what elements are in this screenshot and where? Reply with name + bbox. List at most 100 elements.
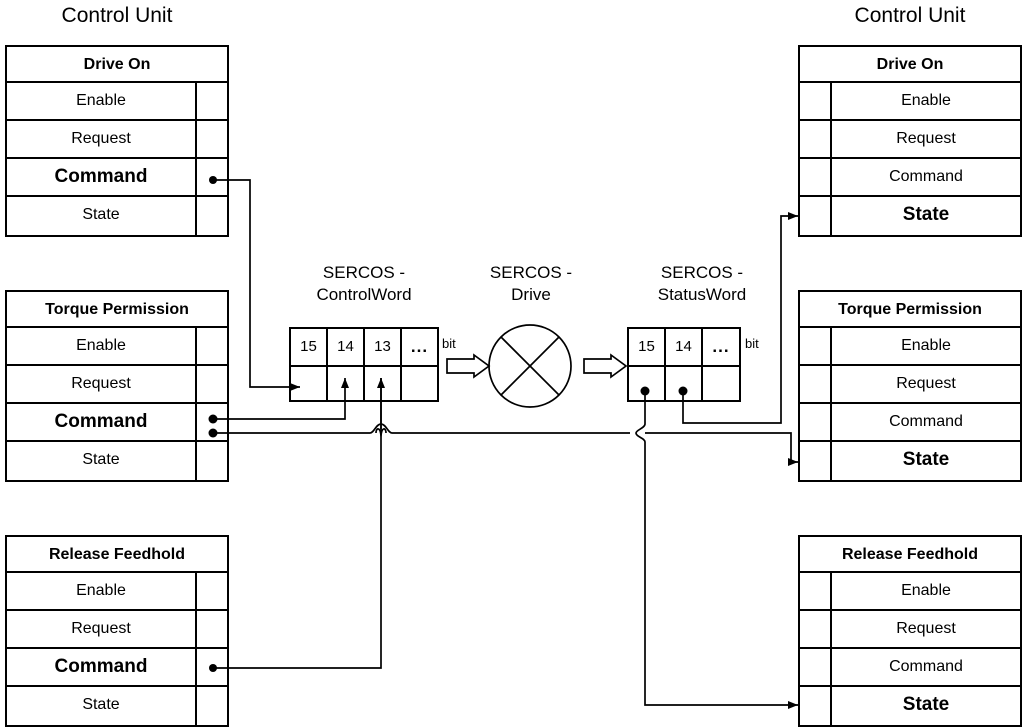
table-torque-permission-right: Torque Permission Enable Request Command… xyxy=(798,290,1022,482)
table-row: Enable xyxy=(800,328,1020,366)
controlword-bit-13: 13 xyxy=(365,329,402,400)
table-header-drive-on-right: Drive On xyxy=(800,47,1020,83)
arrow-controlword-to-drive xyxy=(446,353,491,379)
drive-cross-line-2 xyxy=(500,336,560,396)
table-row: State xyxy=(7,687,227,725)
statusword-bit-14-number: 14 xyxy=(666,329,701,367)
row-port-enable xyxy=(800,83,832,119)
table-row: State xyxy=(800,197,1020,235)
table-header-release-feedhold-left: Release Feedhold xyxy=(7,537,227,573)
statusword-bit-15: 15 xyxy=(629,329,666,400)
table-header-release-feedhold-right: Release Feedhold xyxy=(800,537,1020,573)
table-row: Enable xyxy=(800,573,1020,611)
controlword-bit-13-cell xyxy=(365,367,400,400)
row-port-command xyxy=(195,159,227,195)
row-label-state: State xyxy=(82,206,120,223)
row-port-enable xyxy=(800,573,832,609)
row-port-request xyxy=(195,611,227,647)
table-row: Enable xyxy=(7,573,227,611)
row-port-enable xyxy=(800,328,832,364)
sercos-controlword-box: 15 14 13 ... xyxy=(289,327,439,402)
row-port-request xyxy=(800,611,832,647)
row-port-command xyxy=(800,649,832,685)
row-label-command: Command xyxy=(54,411,148,432)
table-header-drive-on-left: Drive On xyxy=(7,47,227,83)
table-drive-on-left: Drive On Enable Request Command State xyxy=(5,45,229,237)
controlword-bit-more: ... xyxy=(402,329,437,400)
row-port-command xyxy=(195,649,227,685)
statusword-bit-15-number: 15 xyxy=(629,329,664,367)
row-label-enable: Enable xyxy=(76,582,126,599)
right-control-unit-title: Control Unit xyxy=(854,4,966,27)
row-label-state: State xyxy=(82,451,120,468)
row-port-command xyxy=(800,404,832,440)
table-row: State xyxy=(800,687,1020,725)
wire-hop-bit13-crossing xyxy=(369,423,393,434)
row-label-enable: Enable xyxy=(76,92,126,109)
table-row: State xyxy=(7,442,227,480)
row-label-enable: Enable xyxy=(901,582,951,599)
row-port-state xyxy=(195,687,227,725)
controlword-bit-unit-label: bit xyxy=(442,336,456,351)
controlword-bit-15-number: 15 xyxy=(291,329,326,367)
table-row: State xyxy=(7,197,227,235)
row-label-request: Request xyxy=(71,620,131,637)
table-row: Request xyxy=(7,121,227,159)
table-row: Enable xyxy=(7,83,227,121)
table-row: Request xyxy=(7,366,227,404)
left-control-unit-title: Control Unit xyxy=(61,4,173,27)
controlword-bit-14: 14 xyxy=(328,329,365,400)
row-port-request xyxy=(195,366,227,402)
table-header-torque-permission-left: Torque Permission xyxy=(7,292,227,328)
row-port-command xyxy=(800,159,832,195)
row-label-enable: Enable xyxy=(901,337,951,354)
table-row: Request xyxy=(800,366,1020,404)
row-label-request: Request xyxy=(896,130,956,147)
table-row: Request xyxy=(7,611,227,649)
row-port-enable xyxy=(195,83,227,119)
controlword-bit-14-number: 14 xyxy=(328,329,363,367)
row-port-command xyxy=(195,404,227,440)
row-port-request xyxy=(195,121,227,157)
row-port-state xyxy=(800,687,832,725)
row-port-enable xyxy=(195,573,227,609)
sercos-statusword-title: SERCOS - StatusWord xyxy=(657,263,747,304)
wire-torque-command-bus-right xyxy=(645,432,798,466)
row-label-request: Request xyxy=(71,375,131,392)
row-label-request: Request xyxy=(896,620,956,637)
table-row: Request xyxy=(800,121,1020,159)
sercos-controlword-title: SERCOS - ControlWord xyxy=(316,263,412,304)
table-header-torque-permission-right: Torque Permission xyxy=(800,292,1020,328)
row-label-request: Request xyxy=(71,130,131,147)
row-label-state: State xyxy=(902,449,950,470)
table-drive-on-right: Drive On Enable Request Command State xyxy=(798,45,1022,237)
table-row: Command xyxy=(800,159,1020,197)
controlword-bit-15: 15 xyxy=(291,329,328,400)
row-label-command: Command xyxy=(54,656,148,677)
statusword-bit-14: 14 xyxy=(666,329,703,400)
table-row: Command xyxy=(7,404,227,442)
table-row: State xyxy=(800,442,1020,480)
sercos-drive-circle xyxy=(488,324,572,408)
table-row: Enable xyxy=(7,328,227,366)
table-row: Enable xyxy=(800,83,1020,121)
statusword-bit-15-cell xyxy=(629,367,664,400)
table-row: Command xyxy=(7,159,227,197)
table-row: Command xyxy=(7,649,227,687)
row-label-command: Command xyxy=(889,168,963,185)
row-label-enable: Enable xyxy=(901,92,951,109)
row-label-command: Command xyxy=(54,166,148,187)
controlword-bit-15-cell xyxy=(291,367,326,400)
sercos-statusword-box: 15 14 ... xyxy=(627,327,741,402)
row-port-state xyxy=(195,197,227,235)
statusword-bit-more: ... xyxy=(703,329,739,400)
row-port-state xyxy=(195,442,227,480)
controlword-bit-more-cell xyxy=(402,367,437,400)
row-port-request xyxy=(800,121,832,157)
wire-feedhold-command-to-bit13-segments xyxy=(213,378,387,669)
wire-hop-statusword-bit15-crossing xyxy=(635,423,646,443)
sercos-drive-title: SERCOS - Drive xyxy=(489,263,573,304)
table-release-feedhold-left: Release Feedhold Enable Request Command … xyxy=(5,535,229,727)
row-label-state: State xyxy=(902,694,950,715)
statusword-bit-14-cell xyxy=(666,367,701,400)
